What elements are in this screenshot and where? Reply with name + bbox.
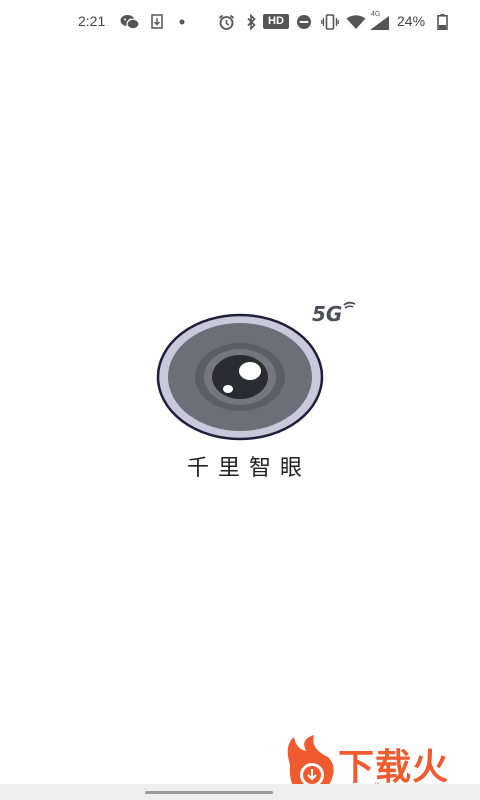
lens-icon [156, 313, 324, 441]
wechat-icon [120, 15, 140, 30]
5g-badge: 5G [312, 301, 356, 326]
bluetooth-icon [247, 14, 256, 30]
dot-icon [179, 19, 185, 25]
status-time: 2:21 [78, 13, 106, 29]
home-gesture-handle[interactable] [145, 791, 273, 794]
sim-download-icon [151, 14, 163, 29]
battery-icon [437, 14, 448, 30]
vibrate-icon [321, 14, 339, 30]
status-bar: 2:21 HD 4G 24% [0, 0, 480, 44]
5g-badge-text: 5G [312, 302, 342, 326]
wifi-icon [346, 15, 366, 29]
hd-voice-icon: HD [263, 14, 289, 29]
hd-label: HD [268, 15, 284, 27]
do-not-disturb-icon [297, 15, 311, 29]
battery-percent: 24% [397, 13, 426, 29]
network-type-label: 4G [371, 11, 381, 18]
alarm-icon [218, 14, 235, 30]
app-name: 千里智眼 [186, 456, 311, 481]
app-logo: 5G [156, 301, 356, 441]
